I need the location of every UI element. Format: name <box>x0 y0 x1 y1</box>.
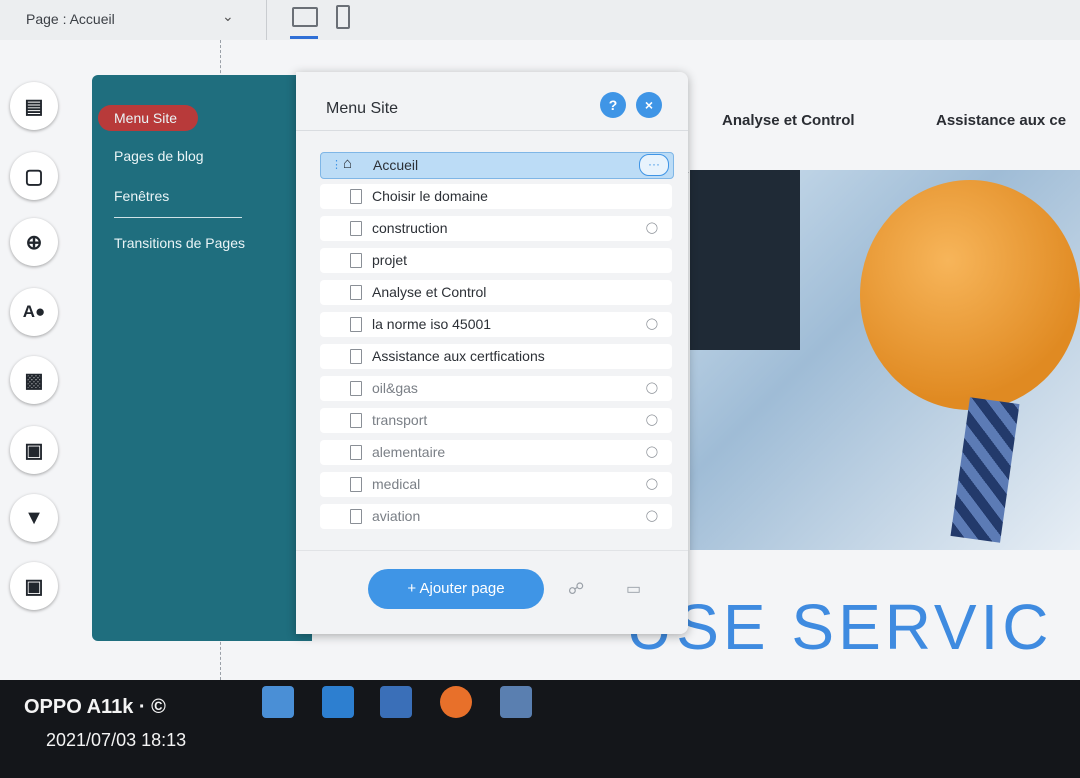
hero-image[interactable] <box>690 170 1080 550</box>
page-row[interactable]: alementaire ◯ <box>320 440 672 465</box>
page-row[interactable]: medical ◯ <box>320 472 672 497</box>
camera-watermark: OPPO A11k · © <box>24 696 166 718</box>
editor-top-bar: Page : Accueil ⌄ <box>0 0 1080 41</box>
hidden-eye-icon: ◯ <box>645 318 658 330</box>
hero-tie <box>950 397 1020 543</box>
site-menu-divider <box>296 130 688 131</box>
close-button[interactable]: × <box>636 92 662 118</box>
page-icon <box>350 285 362 300</box>
media-icon[interactable]: ▣ <box>10 426 58 474</box>
site-menu-title: Menu Site <box>326 100 399 117</box>
mobile-view-icon[interactable] <box>336 5 350 29</box>
hidden-eye-icon: ◯ <box>645 510 658 522</box>
page-row[interactable]: aviation ◯ <box>320 504 672 529</box>
page-icon <box>350 445 362 460</box>
menus-panel-nav: Menu Site Pages de blog Fenêtres Transit… <box>92 75 312 641</box>
link-icon[interactable]: ☍ <box>568 579 584 599</box>
page-row[interactable]: construction ◯ <box>320 216 672 241</box>
page-row[interactable]: Assistance aux certfications <box>320 344 672 369</box>
desktop-view-icon[interactable] <box>292 7 318 27</box>
page-icon <box>350 189 362 204</box>
site-menu-footer: + Ajouter page ☍ ▭ <box>296 550 688 634</box>
menus-pages-icon[interactable]: ▤ <box>10 82 58 130</box>
toolbar-divider <box>266 0 267 40</box>
help-button[interactable]: ? <box>600 92 626 118</box>
site-menu-panel: Menu Site ? × ⋮ ⌂ Accueil ··· Choisir le… <box>296 72 688 634</box>
menus-panel-divider <box>114 217 242 218</box>
background-icon[interactable]: ▢ <box>10 152 58 200</box>
page-row-label: Accueil <box>373 157 419 173</box>
add-icon[interactable]: ⊕ <box>10 218 58 266</box>
page-row-label: alementaire <box>372 444 446 460</box>
os-taskbar <box>0 680 1080 778</box>
page-icon <box>350 477 362 492</box>
page-row-accueil[interactable]: ⋮ ⌂ Accueil ··· <box>320 152 674 179</box>
site-nav-link-analyse[interactable]: Analyse et Control <box>722 112 855 129</box>
hidden-eye-icon: ◯ <box>645 414 658 426</box>
apps-icon[interactable]: ▩ <box>10 356 58 404</box>
drag-handle-icon[interactable]: ⋮ <box>331 158 342 171</box>
menus-panel-item-site-menu[interactable]: Menu Site <box>114 110 177 126</box>
menus-panel-item-transitions[interactable]: Transitions de Pages <box>114 235 245 251</box>
hidden-eye-icon: ◯ <box>645 222 658 234</box>
page-selector-label: Page : Accueil <box>26 11 115 27</box>
home-icon: ⌂ <box>343 155 353 172</box>
page-icon <box>350 509 362 524</box>
editor-tool-rail: ▤ ▢ ⊕ A● ▩ ▣ ▼ ▣ <box>8 82 74 622</box>
blog-pen-icon[interactable]: ▼ <box>10 494 58 542</box>
folder-icon[interactable]: ▭ <box>626 579 641 599</box>
word-icon[interactable] <box>500 686 532 718</box>
file-explorer-icon[interactable] <box>262 686 294 718</box>
menus-panel-item-blog-pages[interactable]: Pages de blog <box>114 148 204 164</box>
page-icon <box>350 317 362 332</box>
business-icon[interactable]: ▣ <box>10 562 58 610</box>
hidden-eye-icon: ◯ <box>645 446 658 458</box>
more-options-icon[interactable]: ··· <box>639 154 669 176</box>
chevron-down-icon[interactable]: ⌄ <box>222 8 234 25</box>
hidden-eye-icon: ◯ <box>645 382 658 394</box>
hero-helmet <box>860 180 1080 410</box>
desktop-view-active-indicator <box>290 36 318 39</box>
page-row[interactable]: projet <box>320 248 672 273</box>
page-row[interactable]: la norme iso 45001 ◯ <box>320 312 672 337</box>
page-icon <box>350 413 362 428</box>
page-row-label: projet <box>372 252 408 268</box>
page-row-label: Assistance aux certfications <box>372 348 545 364</box>
page-row-label: medical <box>372 476 421 492</box>
hidden-eye-icon: ◯ <box>645 478 658 490</box>
site-nav-link-assistance[interactable]: Assistance aux ce <box>936 112 1066 129</box>
page-row[interactable]: Analyse et Control <box>320 280 672 305</box>
page-row-label: Analyse et Control <box>372 284 487 300</box>
page-row-label: transport <box>372 412 428 428</box>
photo-timestamp: 2021/07/03 18:13 <box>46 730 187 750</box>
page-icon <box>350 253 362 268</box>
page-row-label: construction <box>372 220 448 236</box>
page-row-label: aviation <box>372 508 421 524</box>
page-row-label: oil&gas <box>372 380 418 396</box>
page-row[interactable]: Choisir le domaine <box>320 184 672 209</box>
mail-icon[interactable] <box>322 686 354 718</box>
hero-person-suit <box>690 170 800 350</box>
theme-icon[interactable]: A● <box>10 288 58 336</box>
menus-panel-item-windows[interactable]: Fenêtres <box>114 188 169 204</box>
firefox-icon[interactable] <box>440 686 472 718</box>
add-page-button[interactable]: + Ajouter page <box>368 569 544 609</box>
page-row[interactable]: transport ◯ <box>320 408 672 433</box>
page-row-label: Choisir le domaine <box>372 188 488 204</box>
page-icon <box>350 221 362 236</box>
page-icon <box>350 381 362 396</box>
hero-heading[interactable]: USE SERVIC <box>626 590 1053 664</box>
page-row-label: la norme iso 45001 <box>372 316 492 332</box>
page-row[interactable]: oil&gas ◯ <box>320 376 672 401</box>
page-icon <box>350 349 362 364</box>
page-selector[interactable]: Page : Accueil ⌄ <box>14 4 262 34</box>
store-icon[interactable] <box>380 686 412 718</box>
